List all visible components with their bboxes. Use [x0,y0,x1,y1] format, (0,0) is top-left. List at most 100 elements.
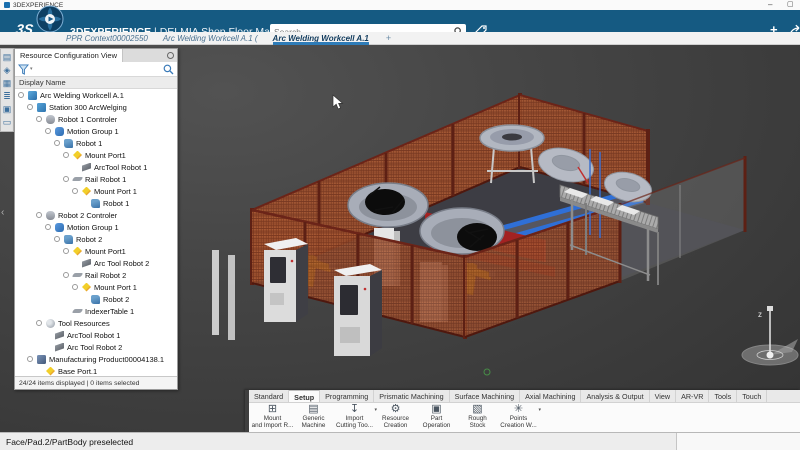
ribbon-button-icon: ▣ [431,403,442,415]
tree-row[interactable]: Base Port.1 [15,365,177,376]
tree-row[interactable]: Robot 1 [15,137,177,149]
ribbon-tab[interactable]: Analysis & Output [581,390,650,402]
ribbon-button[interactable]: ⊞ Mount and Import R... ▾ [252,403,294,431]
3d-parts-icon[interactable]: ◈ [1,64,13,77]
panel-tab[interactable]: Resource Configuration View [15,49,123,62]
expander-icon[interactable] [63,272,69,278]
control-cabinet-1[interactable] [264,238,308,322]
minimize-button[interactable]: – [768,0,772,10]
ribbon-button[interactable]: ▧ Rough Stock ▾ [457,403,498,431]
expander-icon[interactable] [72,188,78,194]
tree-row[interactable]: Rail Robot 2 [15,269,177,281]
tree-row[interactable]: Tool Resources [15,317,177,329]
tree-row[interactable]: Mount Port1 [15,245,177,257]
expander-icon[interactable] [54,140,60,146]
tree-item-icon [82,258,91,268]
tree-row[interactable]: Mount Port 1 [15,281,177,293]
ribbon-tab[interactable]: Standard [249,390,290,402]
tree-row[interactable]: Robot 2 [15,233,177,245]
expander-icon[interactable] [27,356,33,362]
expander-icon[interactable] [27,104,33,110]
dropdown-arrow-icon[interactable]: ▾ [538,407,541,413]
expander-icon[interactable] [36,116,42,122]
expander-icon[interactable] [63,248,69,254]
ribbon-tab[interactable]: View [650,390,677,402]
tree-row[interactable]: Arc Welding Workcell A.1 [15,89,177,101]
ribbon-button[interactable]: ▤ Generic Machine ▾ [293,403,334,431]
tree-view-icon[interactable]: ▤ [1,51,13,64]
expander-icon[interactable] [54,236,60,242]
clipboard-icon[interactable]: ≣ [1,90,13,103]
tree-row[interactable]: Robot 2 Controler [15,209,177,221]
maximize-button[interactable]: ▢ [787,0,794,10]
expander-icon[interactable] [36,320,42,326]
expander-icon[interactable] [72,284,78,290]
ribbon-tab[interactable]: Tools [709,390,738,402]
tree-row[interactable]: Rail Robot 1 [15,173,177,185]
new-tab-button[interactable]: + [386,32,391,45]
expander-icon[interactable] [63,152,69,158]
control-cabinet-2[interactable] [334,264,382,356]
tree-row[interactable]: Station 300 ArcWelging [15,101,177,113]
column-header[interactable]: Display Name [15,77,177,89]
window-titlebar: 3DEXPERIENCE – ▢ [0,0,800,10]
robot-manipulator-widget[interactable]: z [741,306,799,366]
tree-row[interactable]: Manufacturing Product00004138.1 [15,353,177,365]
expander-icon[interactable] [45,224,51,230]
ribbon-button[interactable]: ▣ Part Operation ▾ [416,403,457,431]
ribbon-button-icon: ↧ [349,403,360,415]
filter-icon[interactable] [18,63,29,75]
tree-row[interactable]: Mount Port1 [15,149,177,161]
grid-view-icon[interactable]: ▦ [1,77,13,90]
tree-row[interactable]: Robot 1 Controler [15,113,177,125]
panel-menu-icon[interactable] [167,52,174,59]
ribbon-button-label: Mount [263,415,282,422]
tree-row[interactable]: Motion Group 1 [15,125,177,137]
ribbon-button-label: Import [345,415,364,422]
tree-row[interactable]: ArcTool Robot 1 [15,161,177,173]
expander-icon[interactable] [18,92,24,98]
tree-item-icon [91,198,100,208]
tree-row[interactable]: Mount Port 1 [15,185,177,197]
document-tab[interactable]: Arc Welding Workcell A.1 ( [163,32,258,45]
light-fence-posts [212,250,235,340]
ribbon-tab[interactable]: AR-VR [676,390,710,402]
ribbon-tab[interactable]: Prismatic Machining [374,390,450,402]
ribbon-button[interactable]: ⚙ Resource Creation ▾ [375,403,416,431]
tree-row[interactable]: Robot 1 [15,197,177,209]
collapse-panel-chevron[interactable]: ‹ [1,207,4,218]
expander-icon[interactable] [36,212,42,218]
document-tab[interactable]: PPR Context00002550 [66,32,148,45]
tree-item-label: ArcTool Robot 1 [67,330,121,340]
ribbon-tab[interactable]: Touch [737,390,768,402]
document-tabs: PPR Context00002550 Arc Welding Workcell … [66,32,384,45]
tree-row[interactable]: Robot 2 [15,293,177,305]
panel-header: Resource Configuration View [15,49,177,62]
document-tab[interactable]: Arc Welding Workcell A.1 [272,32,370,45]
ribbon-button-label-2: Machine [301,422,326,429]
tree-item-icon [37,102,46,112]
tree-row[interactable]: Motion Group 1 [15,221,177,233]
ribbon-tab[interactable]: Surface Machining [450,390,521,402]
ribbon-button[interactable]: ↧ Import Cutting Too... ▾ [334,403,377,431]
ribbon-tab[interactable]: Setup [289,390,321,402]
tree-item-label: Arc Welding Workcell A.1 [40,90,124,100]
expander-icon[interactable] [63,176,69,182]
tree-row[interactable]: ArcTool Robot 1 [15,329,177,341]
resource-tree: Arc Welding Workcell A.1 Station 300 Arc… [15,89,177,376]
panel-search-icon[interactable] [163,64,174,75]
tree-item-label: Station 300 ArcWelging [49,102,127,112]
document-tab-bar: PPR Context00002550 Arc Welding Workcell … [0,32,800,45]
filter-dropdown-icon[interactable]: ▾ [30,66,33,72]
tree-item-icon [46,114,55,124]
tree-row[interactable]: Arc Tool Robot 2 [15,341,177,353]
tree-item-icon [73,150,82,160]
components-icon[interactable]: ▣ [1,103,13,116]
panel-toggle-icon[interactable]: ▭ [1,116,13,129]
expander-icon[interactable] [45,128,51,134]
tree-row[interactable]: IndexerTable 1 [15,305,177,317]
tree-row[interactable]: Arc Tool Robot 2 [15,257,177,269]
ribbon-tab[interactable]: Axial Machining [520,390,582,402]
ribbon-tab[interactable]: Programming [320,390,375,402]
ribbon-button[interactable]: ✳ Points Creation W... ▾ [498,403,541,431]
